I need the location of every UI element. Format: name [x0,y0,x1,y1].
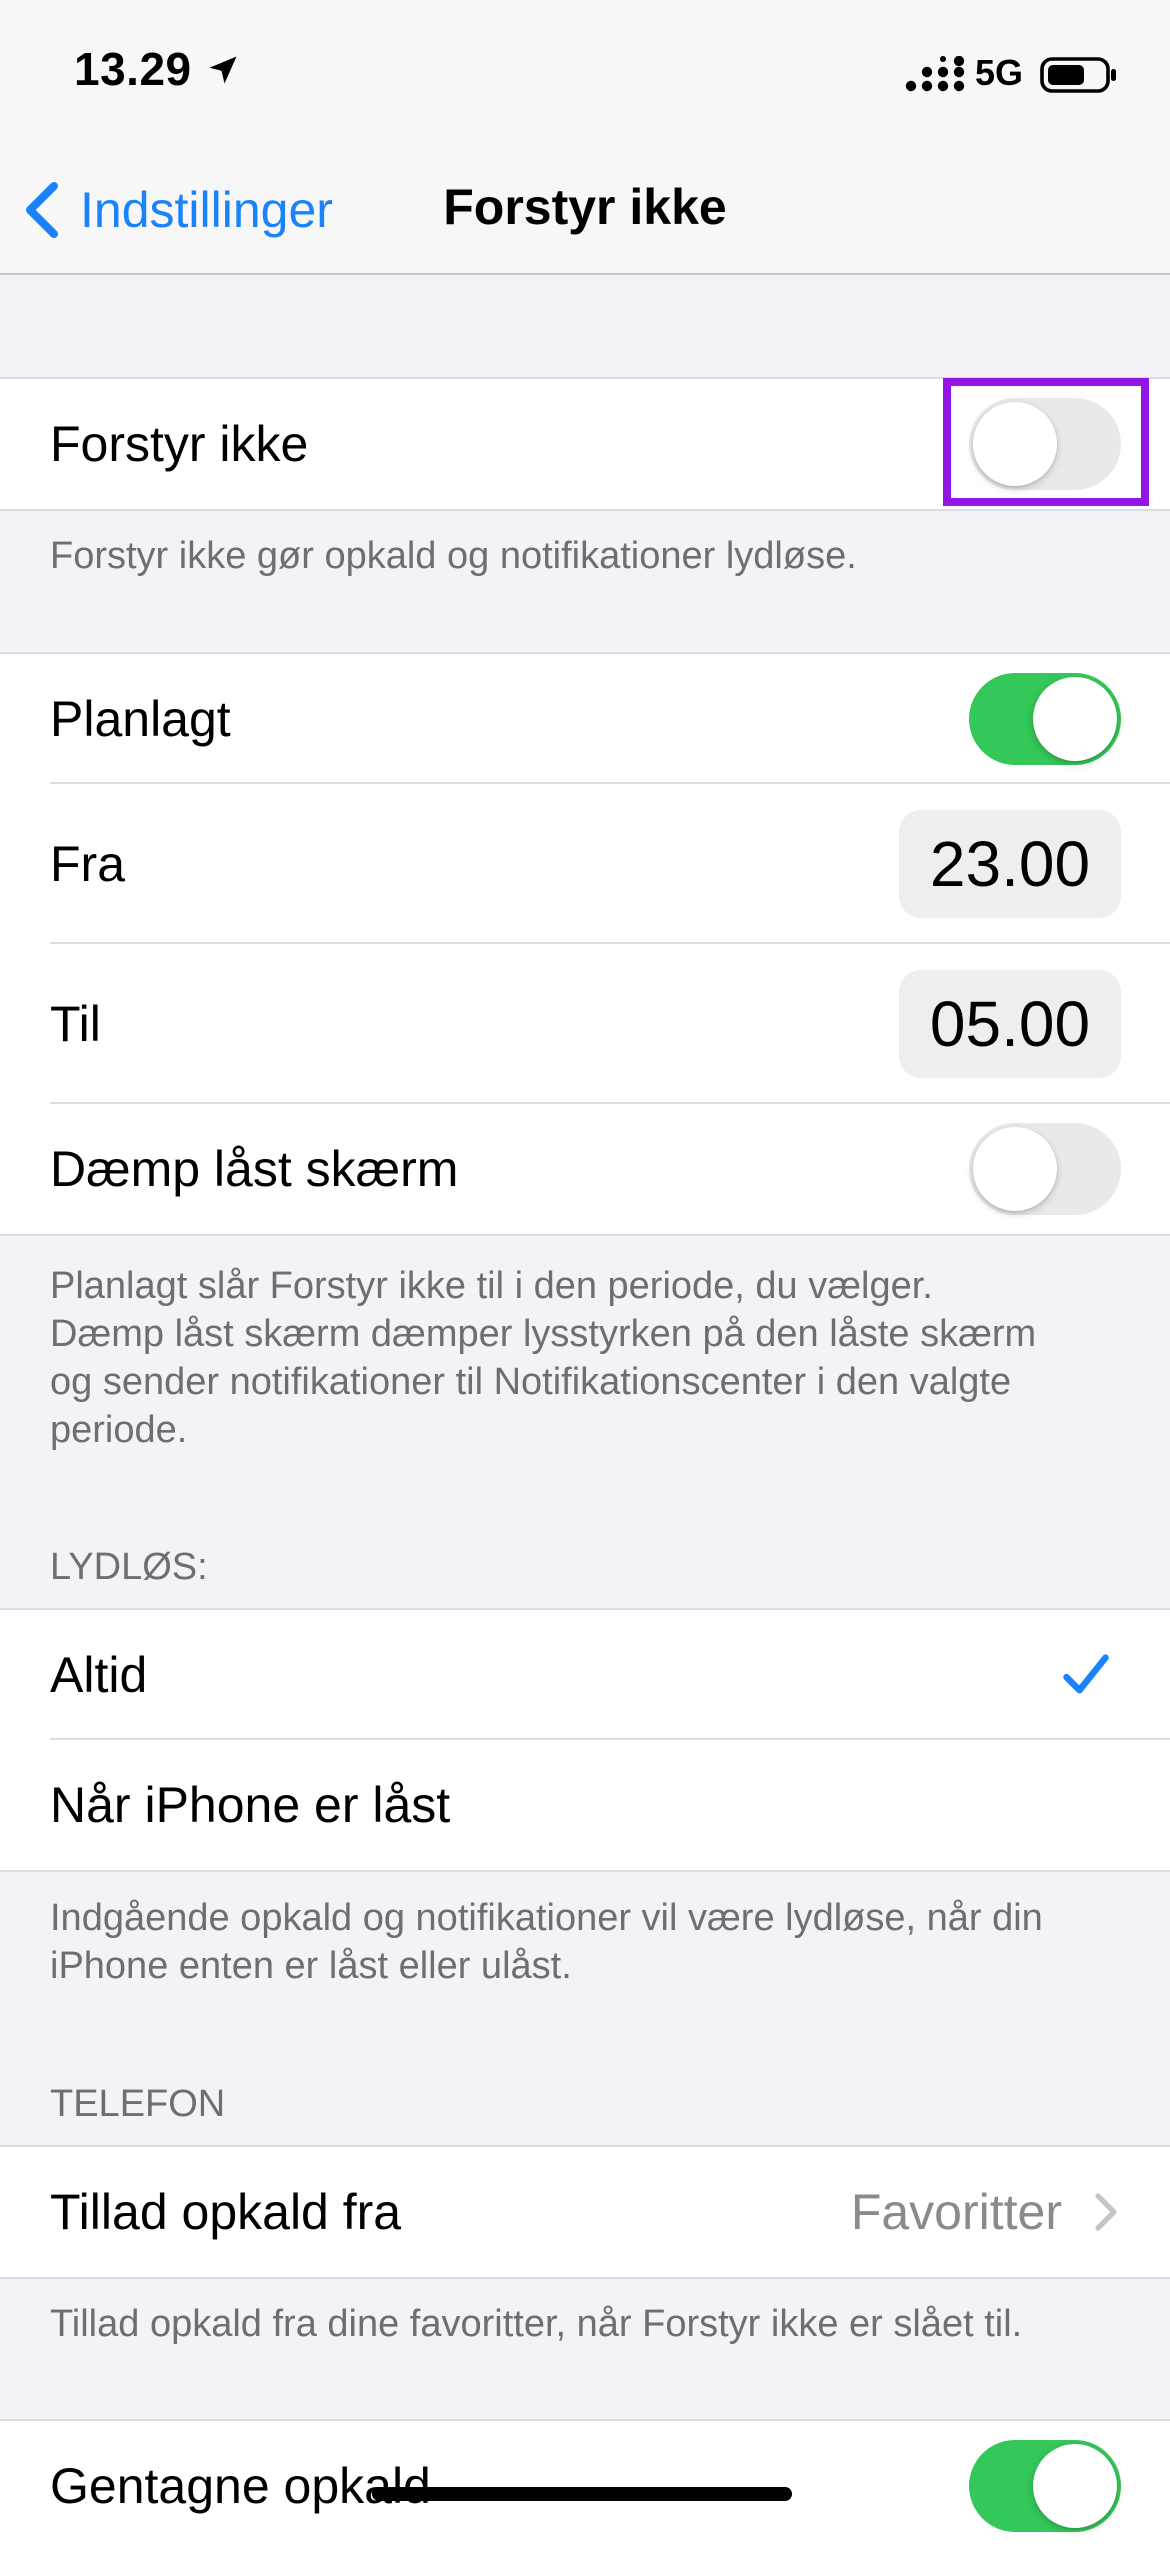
toggle-knob [1033,2444,1117,2528]
scheduled-label: Planlagt [50,691,231,747]
repeated-calls-toggle[interactable] [969,2440,1121,2532]
schedule-group: Planlagt Fra 23.00 Til 05.00 Dæmp låst s… [0,652,1170,1236]
silence-option-always[interactable]: Altid [0,1610,1170,1740]
dnd-label: Forstyr ikke [50,416,309,472]
repeated-calls-label: Gentagne opkald [50,2458,431,2514]
schedule-footer-line: Dæmp låst skærm dæmper lysstyrken på den… [50,1313,1037,1355]
network-type-label: 5G [975,52,1024,93]
dim-lock-screen-row: Dæmp låst skærm [0,1104,1170,1234]
status-time: 13.29 [74,43,192,95]
silence-option-label: Altid [50,1647,148,1703]
chevron-right-icon [1095,2193,1117,2231]
status-bar: 13.29 5G [0,0,1170,150]
dim-lock-screen-label: Dæmp låst skærm [50,1141,459,1197]
from-label: Fra [50,836,125,892]
from-row: Fra 23.00 [0,784,1170,944]
page-title: Forstyr ikke [443,179,727,235]
home-indicator[interactable] [372,2487,792,2501]
toggle-knob [1033,677,1117,761]
silence-footer-line: iPhone enten er låst eller ulåst. [50,1945,572,1987]
schedule-footer-line: og sender notifikationer til Notifikatio… [50,1361,1012,1403]
scheduled-toggle[interactable] [969,673,1121,765]
dim-lock-screen-toggle[interactable] [969,1123,1121,1215]
silence-option-label: Når iPhone er låst [50,1777,451,1833]
silence-group: Altid Når iPhone er låst [0,1608,1170,1872]
allow-calls-value: Favoritter [850,2184,1062,2240]
scheduled-row: Planlagt [0,654,1170,784]
to-time-picker[interactable]: 05.00 [899,970,1121,1078]
battery-icon [1040,57,1116,93]
allow-calls-label: Tillad opkald fra [50,2184,402,2240]
dnd-footer: Forstyr ikke gør opkald og notifikatione… [50,535,857,577]
silence-footer-line: Indgående opkald og notifikationer vil v… [50,1897,1043,1939]
phone-footer: Tillad opkald fra dine favoritter, når F… [50,2303,1023,2345]
repeated-calls-group: Gentagne opkald [0,2419,1170,2551]
checkmark-icon [1063,1654,1109,1694]
highlight-box [943,378,1149,506]
toggle-knob [973,1127,1057,1211]
schedule-footer: Planlagt slår Forstyr ikke til i den per… [50,1262,1120,1454]
location-arrow-icon [209,56,237,84]
silence-option-locked[interactable]: Når iPhone er låst [0,1740,1170,1870]
schedule-footer-line: Planlagt slår Forstyr ikke til i den per… [50,1265,933,1307]
navigation-bar: Indstillinger Forstyr ikke [0,150,1170,275]
to-label: Til [50,996,101,1052]
phone-section-header: TELEFON [50,2083,226,2125]
phone-group: Tillad opkald fra Favoritter [0,2145,1170,2279]
schedule-footer-line: periode. [50,1409,188,1451]
to-row: Til 05.00 [0,944,1170,1104]
silence-footer: Indgående opkald og notifikationer vil v… [50,1894,1120,1990]
silence-section-header: LYDLØS: [50,1546,208,1588]
from-time-picker[interactable]: 23.00 [899,810,1121,918]
cellular-signal-icon [905,56,965,92]
allow-calls-row[interactable]: Tillad opkald fra Favoritter [0,2147,1170,2277]
